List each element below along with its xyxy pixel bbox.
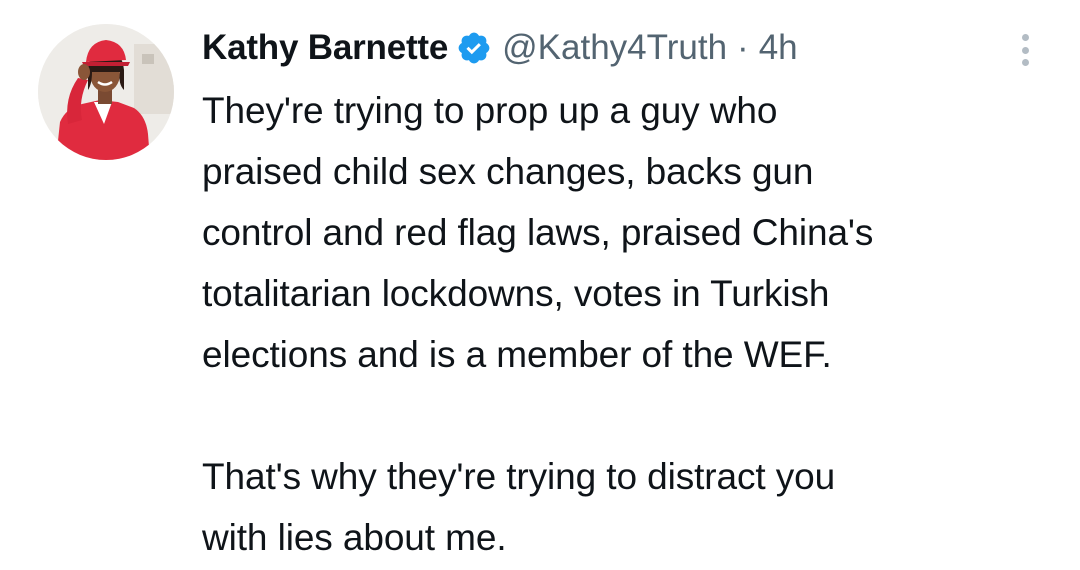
tweet-timestamp[interactable]: 4h [759,26,798,70]
profile-photo-icon [38,24,174,160]
more-options-icon[interactable] [1010,30,1040,70]
tweet-text-line: praised child sex changes, backs gun [202,151,814,192]
tweet-card[interactable]: Kathy Barnette @Kathy4Truth · 4h They're… [0,0,1080,570]
more-dot [1021,46,1029,54]
author-name[interactable]: Kathy Barnette [202,26,448,70]
avatar[interactable] [38,24,174,160]
separator-dot: · [737,28,749,67]
tweet-header: Kathy Barnette @Kathy4Truth · 4h [202,26,798,70]
more-dot [1021,59,1029,66]
tweet-text-line: with lies about me. [202,517,507,558]
verified-badge-icon [456,30,492,66]
tweet-text-line: elections and is a member of the WEF. [202,334,832,375]
more-dot [1021,34,1029,41]
tweet-text-line: That's why they're trying to distract yo… [202,456,836,497]
tweet-text-line: control and red flag laws, praised China… [202,212,874,253]
author-handle[interactable]: @Kathy4Truth [502,26,727,70]
tweet-text-line: totalitarian lockdowns, votes in Turkish [202,273,830,314]
tweet-text: They're trying to prop up a guy who prai… [202,80,1062,568]
tweet-text-line: They're trying to prop up a guy who [202,90,778,131]
